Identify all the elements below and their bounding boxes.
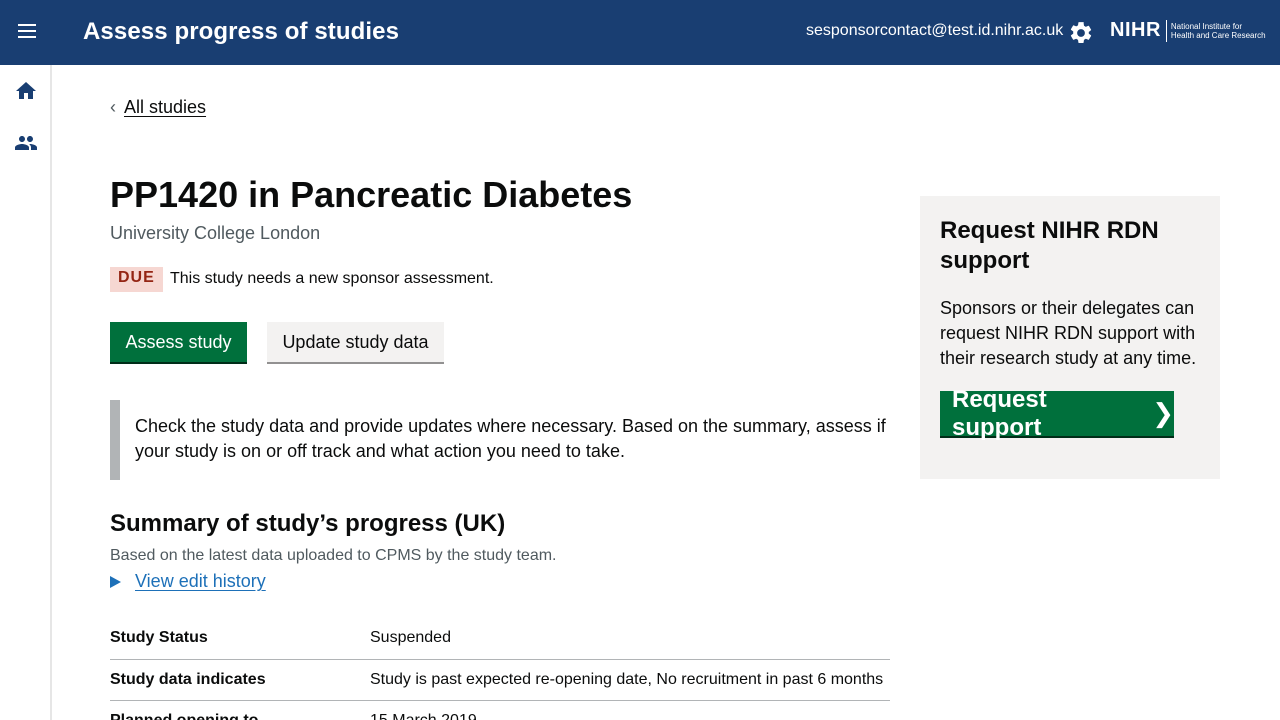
back-link[interactable]: ‹ All studies (110, 97, 206, 118)
view-edit-history-link[interactable]: View edit history (135, 571, 266, 592)
table-row: Study data indicates Study is past expec… (110, 659, 890, 701)
logo-line-2: Health and Care Research (1170, 30, 1266, 40)
summary-subheading: Based on the latest data uploaded to CPM… (110, 547, 557, 564)
top-header: Assess progress of studies sesponsorcont… (0, 0, 1280, 65)
assess-study-button[interactable]: Assess study (110, 322, 247, 362)
chevron-left-icon: ‹ (110, 97, 116, 117)
chevron-right-icon: ❯ (1152, 398, 1174, 428)
inset-text: Check the study data and provide updates… (110, 400, 890, 480)
row-key: Study Status (110, 618, 370, 660)
status-text: This study needs a new sponsor assessmen… (170, 270, 494, 287)
edit-history-details[interactable]: View edit history (110, 571, 266, 592)
page-title: PP1420 in Pancreatic Diabetes (110, 174, 633, 215)
table-row: Study Status Suspended (110, 618, 890, 660)
table-row: Planned opening to 15 March 2019 (110, 700, 890, 720)
status-badge: DUE (110, 267, 163, 292)
summary-heading: Summary of study’s progress (UK) (110, 510, 506, 537)
gear-icon[interactable] (1068, 20, 1094, 46)
panel-body: Sponsors or their delegates can request … (940, 298, 1197, 368)
logo-text: National Institute for Health and Care R… (1171, 22, 1266, 40)
app-title[interactable]: Assess progress of studies (83, 18, 399, 46)
request-support-button[interactable]: Request support ❯ (940, 386, 1174, 441)
user-email: sesponsorcontact@test.id.nihr.ac.uk (806, 22, 1064, 39)
request-support-label: Request support (952, 385, 1047, 441)
row-key: Study data indicates (110, 659, 370, 701)
update-study-data-button[interactable]: Update study data (267, 322, 444, 362)
side-navigation (0, 65, 52, 720)
people-icon[interactable] (14, 131, 40, 157)
triangle-right-icon (110, 575, 121, 588)
summary-table: Study Status Suspended Study data indica… (110, 618, 890, 720)
panel-title: Request NIHR RDN support (940, 217, 1159, 274)
organisation-name: University College London (110, 223, 321, 243)
logo-line-1: National Institute for (1170, 21, 1243, 31)
row-value: Study is past expected re-opening date, … (370, 659, 890, 701)
request-support-panel: Request NIHR RDN support Sponsors or the… (920, 196, 1220, 479)
logo-divider (1165, 19, 1167, 42)
back-link-text[interactable]: All studies (124, 97, 206, 118)
home-icon[interactable] (14, 79, 40, 105)
row-key: Planned opening to (110, 700, 370, 720)
menu-icon[interactable] (14, 20, 40, 46)
row-value: Suspended (370, 618, 890, 660)
nihr-logo[interactable]: NIHR National Institute for Health and C… (1110, 19, 1266, 42)
logo-mark: NIHR (1110, 19, 1161, 41)
row-value: 15 March 2019 (370, 700, 890, 720)
